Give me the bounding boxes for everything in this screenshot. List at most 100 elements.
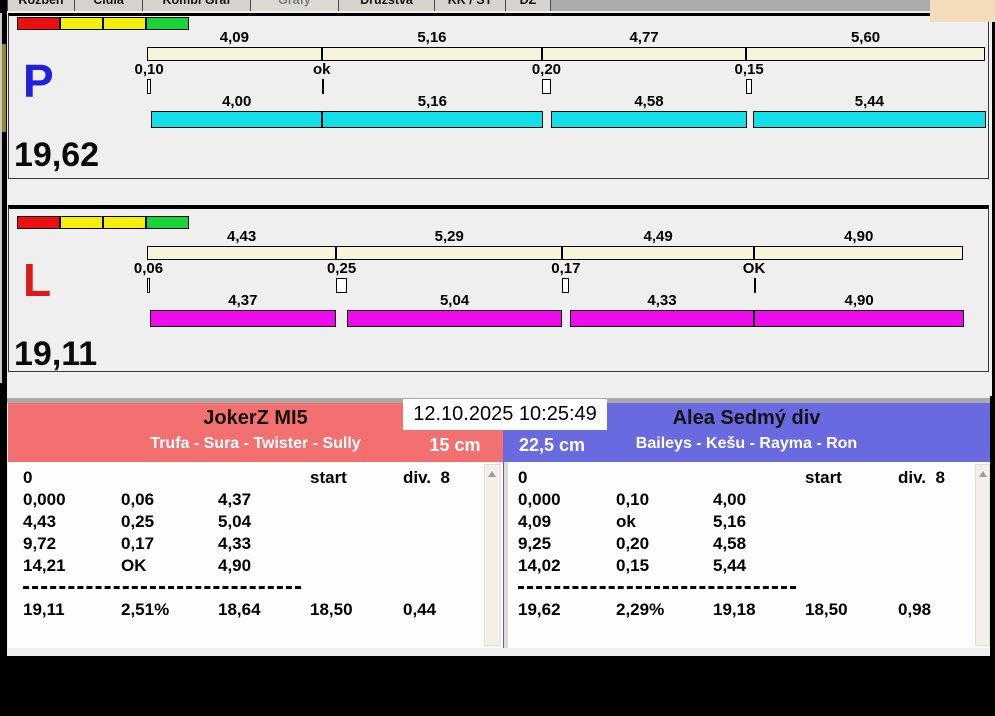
net-time-label: 4,37 <box>228 292 258 309</box>
scrollbar-left-table[interactable] <box>484 464 501 646</box>
split-time-label: 4,09 <box>219 29 249 46</box>
net-bar-segment <box>151 111 323 128</box>
split-bar <box>147 47 986 61</box>
table-cell: OK <box>121 556 147 575</box>
loss-label: 0,25 <box>326 260 357 277</box>
table-total-cell: 0,98 <box>898 600 932 619</box>
tab-rozběh[interactable]: Rozběh <box>7 0 75 11</box>
table-cell: 14,21 <box>23 556 66 575</box>
net-bar-segment <box>149 310 337 327</box>
run-letter: P <box>23 55 54 107</box>
table-cell: 4,90 <box>218 556 252 575</box>
loss-label: 0,10 <box>134 61 164 78</box>
table-cell: 0,06 <box>121 490 155 509</box>
run-total: 19,11 <box>14 335 98 373</box>
net-time-label: 5,44 <box>854 93 884 110</box>
net-bar-segment <box>754 310 964 327</box>
table-header-cell: div. 8 <box>898 468 945 487</box>
table-cell: 4,37 <box>218 490 252 509</box>
start-light <box>103 17 146 30</box>
split-bar <box>147 246 964 260</box>
table-total-cell: 18,50 <box>805 600 848 619</box>
jump-height-left: 15 cm <box>429 435 481 455</box>
start-light <box>146 17 189 30</box>
tab-label: Čidla <box>93 0 124 7</box>
loss-label: 0,17 <box>551 260 581 277</box>
loss-box <box>745 79 753 94</box>
net-time-label: 4,90 <box>844 292 874 309</box>
table-cell: 9,25 <box>518 534 552 553</box>
tab-kombi-graf[interactable]: Kombi Graf <box>143 0 251 11</box>
split-bar-divider <box>541 47 544 61</box>
tab-čidla[interactable]: Čidla <box>75 0 143 11</box>
ok-marker <box>321 79 324 94</box>
table-separator <box>518 586 796 589</box>
loss-label: 0,06 <box>133 260 164 277</box>
net-time-label: 4,00 <box>222 93 252 110</box>
table-cell: 0,000 <box>23 490 66 509</box>
net-time-label: 4,33 <box>647 292 677 309</box>
table-cell: 5,04 <box>218 512 252 531</box>
datetime-display: 12.10.2025 10:25:49 <box>403 399 607 430</box>
splits-table-right: 0 start div. 8 0,000 0,10 4,00 4,09 ok 5,16 9,25 0… <box>508 462 990 648</box>
app-window: Rozběh Čidla Kombi Graf Grafy Družstva KK / S… <box>0 0 995 716</box>
table-cell: 4,58 <box>713 534 747 553</box>
split-time-label: 5,16 <box>417 29 447 46</box>
table-total-cell: 19,18 <box>713 600 756 619</box>
tab-label: Družstva <box>360 0 413 7</box>
split-bar-divider <box>744 47 747 61</box>
split-time-label: 4,43 <box>227 228 257 245</box>
split-time-label: 5,60 <box>850 29 881 46</box>
table-cell: 0,10 <box>616 490 650 509</box>
start-light <box>103 216 146 229</box>
ok-marker <box>754 278 757 293</box>
splits-table-left: 0 start div. 8 0,000 0,06 4,37 4,43 0,25 5,04 9,7… <box>8 462 503 648</box>
window-bottom-edge <box>8 648 990 656</box>
tab-družstva[interactable]: Družstva <box>339 0 435 11</box>
table-total-cell: 0,44 <box>403 600 437 619</box>
tab-label: Kombi Graf <box>162 0 231 7</box>
net-time-label: 4,58 <box>634 93 664 110</box>
table-cell: 4,33 <box>218 534 252 553</box>
jump-height-right: 22,5 cm <box>518 435 586 455</box>
net-time-label: 5,16 <box>417 93 447 110</box>
loss-box <box>542 79 551 94</box>
table-total-cell: 2,51% <box>121 600 170 619</box>
table-total-cell: 18,64 <box>218 600 261 619</box>
loss-label: OK <box>742 260 766 277</box>
table-cell: 0,15 <box>616 556 650 575</box>
table-cell: 4,00 <box>713 490 747 509</box>
tab-label: Rozběh <box>18 0 64 7</box>
table-cell: 5,44 <box>713 556 747 575</box>
net-bar-segment <box>322 111 543 128</box>
tab-dz[interactable]: DZ <box>506 0 551 11</box>
start-light <box>17 216 60 229</box>
scroll-up-icon[interactable] <box>488 471 496 477</box>
net-bar-divider <box>321 111 324 128</box>
tab-kk-st[interactable]: KK / ST <box>435 0 506 11</box>
scrollbar-right-table[interactable] <box>975 464 990 646</box>
table-header-cell: start <box>805 468 842 487</box>
scroll-up-icon[interactable] <box>979 471 987 477</box>
right-edge <box>990 396 995 656</box>
table-cell: 0,20 <box>616 534 650 553</box>
net-bar-segment <box>753 111 986 128</box>
table-header-cell: div. 8 <box>403 468 450 487</box>
left-edge-accent <box>2 44 6 132</box>
loss-label: 0,15 <box>734 61 764 78</box>
start-light <box>60 17 103 30</box>
table-cell: 4,09 <box>518 512 552 531</box>
tab-label: Grafy <box>278 0 311 7</box>
table-header-cell: start <box>310 468 347 487</box>
net-bar-segment <box>569 310 755 327</box>
table-cell: 9,72 <box>23 534 57 553</box>
split-bar-divider <box>335 246 338 260</box>
table-total-cell: 18,50 <box>310 600 353 619</box>
split-time-label: 4,90 <box>844 228 874 245</box>
table-cell: 0,000 <box>518 490 561 509</box>
run-panel-right-lane: P 19,62 4,09 5,16 4,77 5,60 0,10 ok 0,20 0,15 4,00… <box>8 13 989 179</box>
run-letter: L <box>23 254 52 306</box>
table-total-cell: 19,11 <box>23 600 65 619</box>
tab-grafy[interactable]: Grafy <box>251 0 339 11</box>
run-total: 19,62 <box>14 136 100 174</box>
